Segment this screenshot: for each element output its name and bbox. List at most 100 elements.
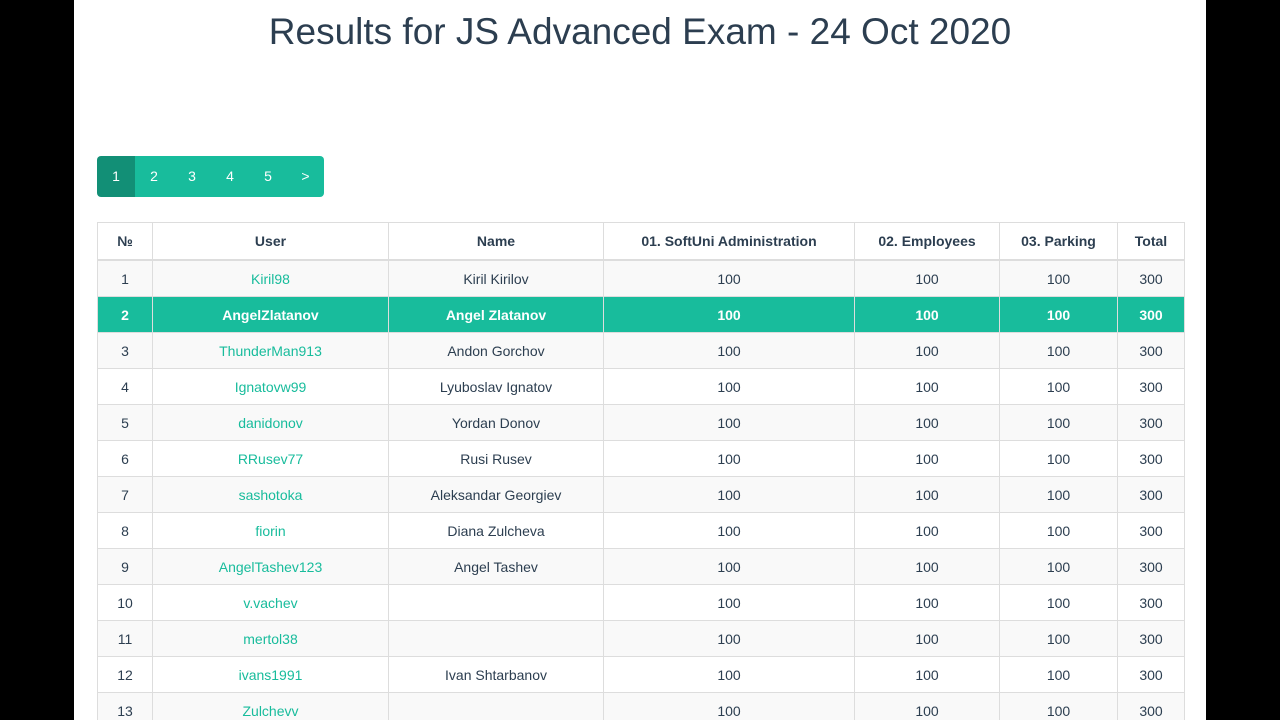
cell-score-problem-2: 100 [854, 404, 1000, 441]
cell-score-problem-3: 100 [999, 368, 1118, 405]
cell-number: 12 [97, 656, 153, 693]
cell-score-problem-1: 100 [603, 548, 855, 585]
cell-total: 300 [1117, 440, 1185, 477]
cell-score-problem-3: 100 [999, 584, 1118, 621]
cell-number: 6 [97, 440, 153, 477]
cell-score-problem-2: 100 [854, 259, 1000, 297]
user-link[interactable]: sashotoka [239, 487, 303, 503]
cell-score-problem-3: 100 [999, 692, 1118, 720]
cell-score-problem-1: 100 [603, 656, 855, 693]
cell-total: 300 [1117, 620, 1185, 657]
cell-number: 10 [97, 584, 153, 621]
cell-name [388, 584, 604, 621]
table-row: 12 ivans1991 Ivan Shtarbanov 100 100 100 300 [97, 656, 1185, 693]
cell-user: ivans1991 [152, 656, 389, 693]
cell-score-problem-2: 100 [854, 548, 1000, 585]
cell-total: 300 [1117, 512, 1185, 549]
user-link[interactable]: fiorin [255, 523, 285, 539]
cell-score-problem-1: 100 [603, 476, 855, 513]
cell-score-problem-2: 100 [854, 584, 1000, 621]
results-table-body: 1 Kiril98 Kiril Kirilov 100 100 100 300 2 AngelZ… [97, 259, 1185, 720]
cell-score-problem-2: 100 [854, 368, 1000, 405]
user-link[interactable]: mertol38 [243, 631, 297, 647]
page-link-3[interactable]: 3 [173, 156, 211, 197]
results-page: Results for JS Advanced Exam - 24 Oct 20… [74, 0, 1206, 720]
cell-total: 300 [1117, 476, 1185, 513]
table-row: 6 RRusev77 Rusi Rusev 100 100 100 300 [97, 440, 1185, 477]
column-header-user: User [152, 222, 389, 261]
table-row: 7 sashotoka Aleksandar Georgiev 100 100 100 30… [97, 476, 1185, 513]
cell-user: mertol38 [152, 620, 389, 657]
cell-score-problem-3: 100 [999, 332, 1118, 369]
user-link[interactable]: RRusev77 [238, 451, 303, 467]
cell-score-problem-1: 100 [603, 404, 855, 441]
cell-number: 9 [97, 548, 153, 585]
cell-user: v.vachev [152, 584, 389, 621]
pagination: 1 2 3 4 5 > [97, 156, 324, 197]
column-header-number: № [97, 222, 153, 261]
cell-score-problem-3: 100 [999, 656, 1118, 693]
table-row: 2 AngelZlatanov Angel Zlatanov 100 100 100 300 [97, 296, 1185, 333]
cell-score-problem-3: 100 [999, 548, 1118, 585]
user-link[interactable]: Zulchevv [242, 703, 298, 719]
column-header-problem-2: 02. Employees [854, 222, 1000, 261]
user-link[interactable]: danidonov [238, 415, 303, 431]
cell-number: 13 [97, 692, 153, 720]
user-link[interactable]: ThunderMan913 [219, 343, 322, 359]
cell-user: RRusev77 [152, 440, 389, 477]
user-link[interactable]: Kiril98 [251, 271, 290, 287]
cell-score-problem-3: 100 [999, 476, 1118, 513]
cell-name [388, 620, 604, 657]
cell-name: Diana Zulcheva [388, 512, 604, 549]
table-row: 1 Kiril98 Kiril Kirilov 100 100 100 300 [97, 259, 1185, 297]
cell-number: 3 [97, 332, 153, 369]
cell-total: 300 [1117, 404, 1185, 441]
cell-name [388, 692, 604, 720]
table-row: 13 Zulchevv 100 100 100 300 [97, 692, 1185, 720]
cell-score-problem-3: 100 [999, 440, 1118, 477]
cell-score-problem-3: 100 [999, 296, 1118, 333]
cell-total: 300 [1117, 259, 1185, 297]
cell-number: 11 [97, 620, 153, 657]
cell-user: Kiril98 [152, 259, 389, 297]
next-page-button[interactable]: > [287, 156, 324, 197]
cell-score-problem-1: 100 [603, 584, 855, 621]
page-link-5[interactable]: 5 [249, 156, 287, 197]
cell-name: Angel Zlatanov [388, 296, 604, 333]
cell-number: 5 [97, 404, 153, 441]
table-header-row: № User Name 01. SoftUni Administration 0… [97, 222, 1185, 261]
user-link[interactable]: ivans1991 [239, 667, 303, 683]
cell-score-problem-1: 100 [603, 296, 855, 333]
table-row: 10 v.vachev 100 100 100 300 [97, 584, 1185, 621]
cell-total: 300 [1117, 584, 1185, 621]
cell-name: Angel Tashev [388, 548, 604, 585]
cell-user: AngelZlatanov [152, 296, 389, 333]
cell-score-problem-2: 100 [854, 512, 1000, 549]
page-link-4[interactable]: 4 [211, 156, 249, 197]
page-link-1[interactable]: 1 [97, 156, 135, 197]
table-row: 5 danidonov Yordan Donov 100 100 100 300 [97, 404, 1185, 441]
user-link[interactable]: v.vachev [243, 595, 297, 611]
user-link[interactable]: AngelZlatanov [222, 307, 318, 323]
cell-user: fiorin [152, 512, 389, 549]
cell-total: 300 [1117, 656, 1185, 693]
cell-score-problem-1: 100 [603, 692, 855, 720]
cell-score-problem-1: 100 [603, 368, 855, 405]
user-link[interactable]: AngelTashev123 [219, 559, 323, 575]
cell-score-problem-2: 100 [854, 332, 1000, 369]
cell-user: Ignatovw99 [152, 368, 389, 405]
cell-score-problem-2: 100 [854, 620, 1000, 657]
column-header-problem-3: 03. Parking [999, 222, 1118, 261]
table-row: 3 ThunderMan913 Andon Gorchov 100 100 100 300 [97, 332, 1185, 369]
cell-total: 300 [1117, 332, 1185, 369]
page-link-2[interactable]: 2 [135, 156, 173, 197]
cell-total: 300 [1117, 692, 1185, 720]
cell-score-problem-3: 100 [999, 259, 1118, 297]
user-link[interactable]: Ignatovw99 [235, 379, 307, 395]
column-header-problem-1: 01. SoftUni Administration [603, 222, 855, 261]
cell-score-problem-2: 100 [854, 440, 1000, 477]
cell-user: Zulchevv [152, 692, 389, 720]
cell-total: 300 [1117, 368, 1185, 405]
cell-score-problem-3: 100 [999, 512, 1118, 549]
cell-score-problem-1: 100 [603, 512, 855, 549]
